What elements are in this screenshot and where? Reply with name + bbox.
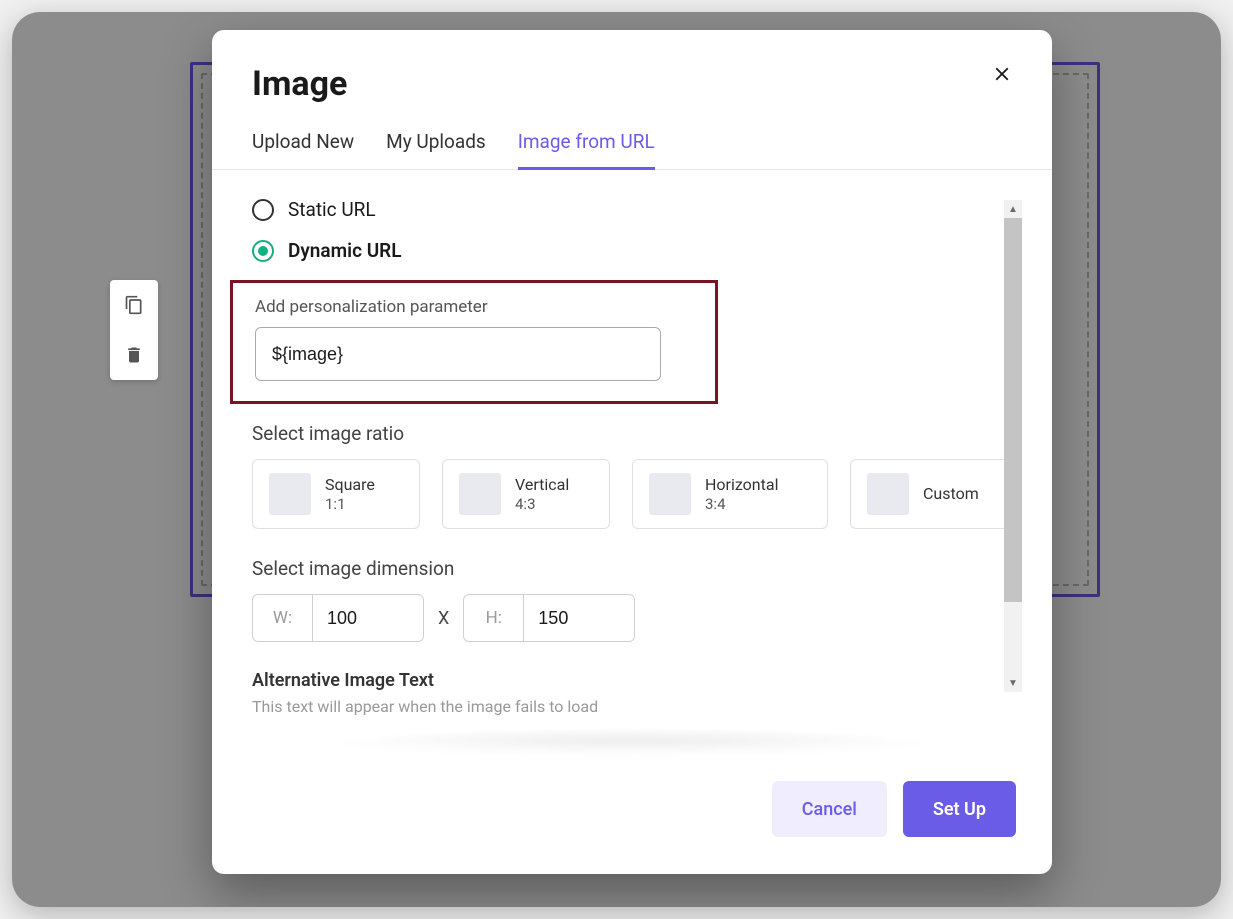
dimension-width-group: W: <box>252 594 424 642</box>
duplicate-button[interactable] <box>110 280 158 330</box>
personalization-input[interactable] <box>255 327 661 381</box>
radio-dynamic-url[interactable]: Dynamic URL <box>252 239 1012 262</box>
ratio-options: Square 1:1 Vertical 4:3 Horizontal 3:4 <box>252 459 1002 529</box>
ratio-option-custom[interactable]: Custom <box>850 459 1018 529</box>
alt-text-title: Alternative Image Text <box>252 670 1012 691</box>
setup-button[interactable]: Set Up <box>903 781 1016 837</box>
close-button[interactable] <box>986 58 1018 90</box>
block-toolbar <box>110 280 158 380</box>
ratio-thumb-icon <box>269 473 311 515</box>
app-frame: Image Upload New My Uploads Image from U… <box>12 12 1221 907</box>
personalization-label: Add personalization parameter <box>255 297 693 317</box>
tab-my-uploads[interactable]: My Uploads <box>386 126 486 169</box>
ratio-sub: 1:1 <box>325 495 375 514</box>
radio-label-static: Static URL <box>288 198 376 221</box>
modal-tabs: Upload New My Uploads Image from URL <box>212 126 1052 170</box>
radio-icon-checked <box>252 240 274 262</box>
modal-title: Image <box>252 64 1012 104</box>
dimension-height-input[interactable] <box>524 595 634 641</box>
dimension-height-prefix: H: <box>464 595 524 641</box>
scroll-shadow <box>332 728 932 758</box>
scroll-fade <box>252 724 992 764</box>
radio-static-url[interactable]: Static URL <box>252 198 1012 221</box>
modal-body: ▲ ▼ Static URL Dynamic URL Add personali… <box>212 170 1052 764</box>
trash-icon <box>124 345 144 365</box>
dimension-section-label: Select image dimension <box>252 557 1012 580</box>
ratio-sub: 4:3 <box>515 495 569 514</box>
ratio-option-square[interactable]: Square 1:1 <box>252 459 420 529</box>
ratio-sub: 3:4 <box>705 495 778 514</box>
cancel-button[interactable]: Cancel <box>772 781 887 837</box>
ratio-option-horizontal[interactable]: Horizontal 3:4 <box>632 459 828 529</box>
delete-button[interactable] <box>110 330 158 380</box>
close-icon <box>991 63 1013 85</box>
radio-label-dynamic: Dynamic URL <box>288 239 402 262</box>
scroll-thumb[interactable] <box>1004 218 1022 602</box>
image-modal: Image Upload New My Uploads Image from U… <box>212 30 1052 874</box>
ratio-thumb-icon <box>649 473 691 515</box>
tab-image-from-url[interactable]: Image from URL <box>518 126 655 169</box>
ratio-name: Vertical <box>515 475 569 495</box>
personalization-highlight: Add personalization parameter <box>230 280 718 404</box>
dimension-height-group: H: <box>463 594 635 642</box>
copy-icon <box>124 295 144 315</box>
ratio-name: Horizontal <box>705 475 778 495</box>
scroll-up-arrow[interactable]: ▲ <box>1004 200 1022 218</box>
scroll-down-arrow[interactable]: ▼ <box>1004 674 1022 692</box>
ratio-thumb-icon <box>459 473 501 515</box>
ratio-option-vertical[interactable]: Vertical 4:3 <box>442 459 610 529</box>
ratio-name: Square <box>325 475 375 495</box>
scrollbar[interactable]: ▲ ▼ <box>1004 200 1022 692</box>
dimension-width-input[interactable] <box>313 595 423 641</box>
modal-footer: Cancel Set Up <box>212 764 1052 874</box>
ratio-name: Custom <box>923 484 979 504</box>
tab-upload-new[interactable]: Upload New <box>252 126 354 169</box>
modal-header: Image <box>212 30 1052 126</box>
ratio-section-label: Select image ratio <box>252 422 1012 445</box>
dimension-width-prefix: W: <box>253 595 313 641</box>
ratio-thumb-icon <box>867 473 909 515</box>
radio-icon-unchecked <box>252 199 274 221</box>
alt-text-subtitle: This text will appear when the image fai… <box>252 697 1012 716</box>
dimension-separator: X <box>438 608 449 629</box>
dimension-row: W: X H: <box>252 594 1012 642</box>
